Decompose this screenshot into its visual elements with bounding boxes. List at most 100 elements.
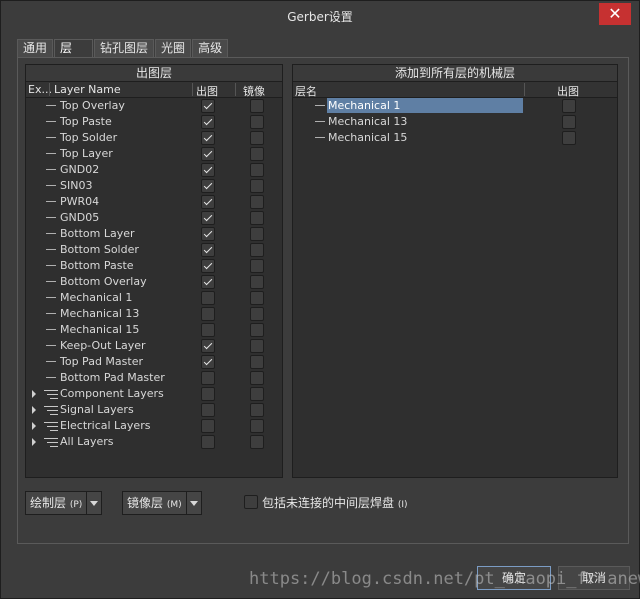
mirror-checkbox[interactable] — [250, 259, 264, 273]
plot-checkbox[interactable] — [201, 355, 215, 369]
mirror-checkbox[interactable] — [250, 435, 264, 449]
mirror-checkbox[interactable] — [250, 227, 264, 241]
mirror-checkbox[interactable] — [250, 323, 264, 337]
mirror-checkbox[interactable] — [250, 355, 264, 369]
mirror-checkbox[interactable] — [250, 339, 264, 353]
tree-line-icon — [46, 217, 56, 218]
layer-row[interactable]: Top Overlay — [26, 98, 282, 114]
plot-layers-menu-button[interactable]: 绘制层 (P) — [25, 491, 103, 515]
mechanical-plot-checkbox[interactable] — [562, 99, 576, 113]
col-layer-name[interactable]: Layer Name — [54, 83, 121, 96]
layer-row[interactable]: Top Paste — [26, 114, 282, 130]
mirror-checkbox[interactable] — [250, 195, 264, 209]
layer-name: Top Layer — [60, 147, 113, 160]
plot-checkbox[interactable] — [201, 387, 215, 401]
layer-row[interactable]: Top Layer — [26, 146, 282, 162]
tab-drill-drawing[interactable]: 钻孔图层 — [94, 39, 155, 58]
mirror-checkbox[interactable] — [250, 275, 264, 289]
plot-checkbox[interactable] — [201, 211, 215, 225]
layer-row[interactable]: Top Pad Master — [26, 354, 282, 370]
plot-checkbox[interactable] — [201, 99, 215, 113]
cancel-button[interactable]: 取消 — [558, 566, 630, 590]
plot-checkbox[interactable] — [201, 115, 215, 129]
layer-row[interactable]: Keep-Out Layer — [26, 338, 282, 354]
plot-checkbox[interactable] — [201, 163, 215, 177]
layer-row[interactable]: Bottom Pad Master — [26, 370, 282, 386]
plot-checkbox[interactable] — [201, 371, 215, 385]
plot-checkbox[interactable] — [201, 259, 215, 273]
plot-checkbox[interactable] — [201, 419, 215, 433]
tab-content: 出图层 Ex... Layer Name 出图 镜像 Top Overlay To… — [17, 57, 629, 544]
layer-row[interactable]: GND05 — [26, 210, 282, 226]
mirror-checkbox[interactable] — [250, 147, 264, 161]
plot-checkbox[interactable] — [201, 195, 215, 209]
tab-advanced[interactable]: 高级 — [192, 39, 229, 58]
mirror-checkbox[interactable] — [250, 115, 264, 129]
layer-row[interactable]: Signal Layers — [26, 402, 282, 418]
mirror-layers-dropdown-icon[interactable] — [185, 492, 201, 514]
expand-arrow-icon[interactable] — [32, 438, 36, 446]
col-plot[interactable]: 出图 — [196, 83, 218, 99]
col-layer[interactable]: 层名 — [295, 83, 317, 99]
mirror-checkbox[interactable] — [250, 307, 264, 321]
plot-layers-dropdown-icon[interactable] — [86, 492, 101, 514]
plot-checkbox[interactable] — [201, 339, 215, 353]
tab-apertures[interactable]: 光圈 — [155, 39, 192, 58]
plot-checkbox[interactable] — [201, 179, 215, 193]
layer-row[interactable]: All Layers — [26, 434, 282, 450]
layer-row[interactable]: Bottom Layer — [26, 226, 282, 242]
tab-general[interactable]: 通用 — [17, 39, 54, 58]
layer-row[interactable]: Electrical Layers — [26, 418, 282, 434]
layer-row[interactable]: SIN03 — [26, 178, 282, 194]
expand-arrow-icon[interactable] — [32, 422, 36, 430]
layer-row[interactable]: Mechanical 13 — [26, 306, 282, 322]
plot-checkbox[interactable] — [201, 435, 215, 449]
include-unconnected-checkbox[interactable] — [244, 495, 258, 509]
col-mech-plot[interactable]: 出图 — [557, 83, 579, 99]
layer-name: GND02 — [60, 163, 100, 176]
layer-row[interactable]: Component Layers — [26, 386, 282, 402]
mechanical-plot-checkbox[interactable] — [562, 115, 576, 129]
mirror-checkbox[interactable] — [250, 131, 264, 145]
plot-checkbox[interactable] — [201, 243, 215, 257]
layer-row[interactable]: Top Solder — [26, 130, 282, 146]
mirror-checkbox[interactable] — [250, 403, 264, 417]
expand-arrow-icon[interactable] — [32, 390, 36, 398]
mirror-checkbox[interactable] — [250, 419, 264, 433]
plot-checkbox[interactable] — [201, 147, 215, 161]
layer-row[interactable]: GND02 — [26, 162, 282, 178]
mechanical-layer-row[interactable]: Mechanical 13 — [293, 114, 617, 130]
layer-row[interactable]: PWR04 — [26, 194, 282, 210]
plot-checkbox[interactable] — [201, 227, 215, 241]
mirror-checkbox[interactable] — [250, 291, 264, 305]
mechanical-layer-row[interactable]: Mechanical 1 — [293, 98, 617, 114]
layer-row[interactable]: Bottom Overlay — [26, 274, 282, 290]
expand-arrow-icon[interactable] — [32, 406, 36, 414]
plot-checkbox[interactable] — [201, 403, 215, 417]
mirror-checkbox[interactable] — [250, 179, 264, 193]
plot-layers-button[interactable]: 绘制层 (P) — [26, 492, 86, 514]
plot-checkbox[interactable] — [201, 131, 215, 145]
layer-row[interactable]: Bottom Solder — [26, 242, 282, 258]
mirror-checkbox[interactable] — [250, 243, 264, 257]
mirror-checkbox[interactable] — [250, 387, 264, 401]
ok-button[interactable]: 确定 — [477, 566, 551, 590]
mechanical-plot-checkbox[interactable] — [562, 131, 576, 145]
plot-checkbox[interactable] — [201, 275, 215, 289]
tab-layers[interactable]: 层 — [54, 39, 94, 58]
layer-row[interactable]: Mechanical 15 — [26, 322, 282, 338]
plot-checkbox[interactable] — [201, 323, 215, 337]
mirror-layers-button[interactable]: 镜像层 (M) — [123, 492, 186, 514]
mirror-checkbox[interactable] — [250, 163, 264, 177]
mirror-checkbox[interactable] — [250, 211, 264, 225]
close-button[interactable]: ✕ — [599, 3, 631, 25]
plot-checkbox[interactable] — [201, 291, 215, 305]
col-mirror[interactable]: 镜像 — [243, 83, 265, 99]
layer-row[interactable]: Mechanical 1 — [26, 290, 282, 306]
mirror-checkbox[interactable] — [250, 99, 264, 113]
mirror-checkbox[interactable] — [250, 371, 264, 385]
mirror-layers-menu-button[interactable]: 镜像层 (M) — [122, 491, 202, 515]
layer-row[interactable]: Bottom Paste — [26, 258, 282, 274]
mechanical-layer-row[interactable]: Mechanical 15 — [293, 130, 617, 146]
plot-checkbox[interactable] — [201, 307, 215, 321]
